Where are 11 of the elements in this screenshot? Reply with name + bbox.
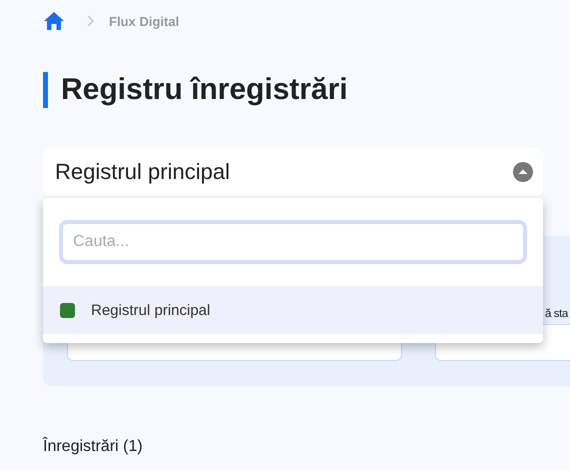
select-value: Registrul principal — [55, 159, 230, 185]
filter-label: ă sta — [544, 308, 570, 320]
home-icon[interactable] — [43, 11, 65, 31]
dropdown-option[interactable]: Registrul principal — [43, 286, 543, 334]
caret-icon[interactable] — [513, 162, 533, 182]
option-label: Registrul principal — [91, 302, 210, 318]
register-select[interactable]: Registrul principal — [43, 148, 543, 196]
search-field[interactable]: Cauta... — [59, 220, 527, 264]
records-heading: Înregistrări (1) — [43, 438, 144, 456]
page-title: Registru înregistrări — [43, 72, 570, 108]
chevron-icon — [85, 15, 95, 27]
